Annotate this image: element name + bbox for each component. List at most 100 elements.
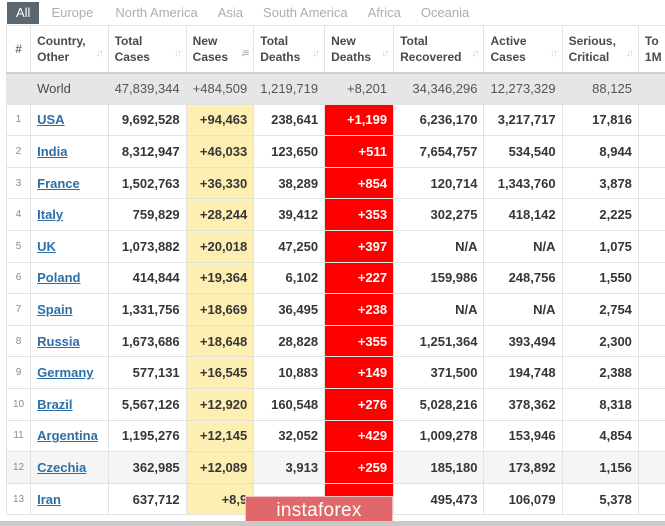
country-link[interactable]: Germany: [37, 365, 93, 380]
new-cases: +46,033: [185, 135, 255, 168]
serious-critical: 8,944: [561, 135, 639, 168]
serious-critical: 8,318: [561, 387, 639, 421]
tab-asia[interactable]: Asia: [208, 2, 253, 24]
horizontal-scrollbar[interactable]: [0, 521, 665, 526]
active-cases: 12,273,329: [483, 72, 563, 105]
country-link[interactable]: Brazil: [37, 397, 72, 412]
country-name: World: [30, 72, 109, 105]
row-index: 3: [5, 166, 32, 200]
sort-icon[interactable]: ↓↑: [381, 46, 389, 62]
header-index[interactable]: #: [5, 25, 32, 74]
row-index: 11: [5, 419, 32, 453]
row-index: 1: [5, 103, 32, 137]
tests-per-1m: [637, 229, 665, 263]
new-cases: +18,648: [185, 324, 255, 358]
total-recovered: N/A: [393, 293, 485, 326]
tab-oceania[interactable]: Oceania: [411, 2, 479, 24]
country-link[interactable]: UK: [37, 239, 56, 254]
table-row: 7 Spain 1,331,756 +18,669 36,495 +238 N/A N/A 2,…: [5, 293, 665, 326]
tab-europe[interactable]: Europe: [41, 2, 103, 24]
total-recovered: 302,275: [393, 198, 485, 231]
new-deaths: +8,201: [324, 72, 395, 105]
tests-per-1m: [637, 103, 665, 137]
row-index: 13: [5, 482, 32, 516]
country-link[interactable]: Italy: [37, 207, 63, 222]
total-deaths: 36,495: [253, 293, 326, 326]
sort-icon[interactable]: ↓↑: [96, 46, 104, 62]
country-link[interactable]: Russia: [37, 334, 80, 349]
country-link[interactable]: India: [37, 144, 67, 159]
sort-icon[interactable]: ↓↑: [626, 46, 634, 62]
serious-critical: 2,754: [561, 293, 639, 326]
row-index: [5, 72, 32, 105]
total-cases: 47,839,344: [107, 72, 187, 105]
header-total-cases[interactable]: Total Cases ↓↑: [107, 25, 187, 74]
total-deaths: 39,412: [253, 198, 326, 231]
country-link[interactable]: Argentina: [37, 428, 98, 443]
country-link[interactable]: Poland: [37, 270, 80, 285]
total-cases: 577,131: [107, 356, 187, 389]
header-new-cases[interactable]: New Cases ↓≡: [185, 25, 255, 74]
serious-critical: 17,816: [561, 103, 639, 137]
header-country[interactable]: Country, Other ↓↑: [30, 25, 109, 74]
total-deaths: 238,641: [253, 103, 326, 137]
header-row: # Country, Other ↓↑ Total Cases ↓↑ New Cases ↓…: [5, 25, 665, 74]
serious-critical: 1,156: [561, 451, 639, 484]
row-index: 8: [5, 324, 32, 358]
tab-africa[interactable]: Africa: [358, 2, 411, 24]
tests-per-1m: [637, 451, 665, 484]
tab-all[interactable]: All: [7, 2, 40, 24]
total-recovered: 159,986: [393, 261, 485, 295]
new-cases: +28,244: [185, 198, 255, 231]
header-new-deaths[interactable]: New Deaths ↓↑: [324, 25, 395, 74]
total-cases: 1,673,686: [107, 324, 187, 358]
new-deaths: +397: [324, 229, 395, 263]
table-row: 9 Germany 577,131 +16,545 10,883 +149 371,500 1…: [5, 356, 665, 389]
total-recovered: 1,009,278: [393, 419, 485, 453]
total-deaths: 28,828: [253, 324, 326, 358]
sort-icon[interactable]: ↓↑: [312, 46, 320, 62]
covid-stats-table: # Country, Other ↓↑ Total Cases ↓↑ New Cases ↓…: [5, 25, 665, 516]
new-cases: +18,669: [185, 293, 255, 326]
country-link[interactable]: France: [37, 176, 80, 191]
tab-north-america[interactable]: North America: [105, 2, 207, 24]
new-cases: +12,145: [185, 419, 255, 453]
country-link[interactable]: USA: [37, 112, 64, 127]
table-row: 8 Russia 1,673,686 +18,648 28,828 +355 1,251,3…: [5, 324, 665, 358]
header-active-cases[interactable]: Active Cases ↓↑: [483, 25, 563, 74]
serious-critical: 2,388: [561, 356, 639, 389]
row-index: 9: [5, 356, 32, 389]
active-cases: 153,946: [483, 419, 563, 453]
row-index: 12: [5, 451, 32, 484]
new-deaths: +355: [324, 324, 395, 358]
header-tests-per-1m[interactable]: To 1M: [637, 25, 665, 74]
sort-icon[interactable]: ↓↑: [174, 46, 182, 62]
sort-icon[interactable]: ↓↑: [550, 46, 558, 62]
tab-south-america[interactable]: South America: [253, 2, 358, 24]
header-serious-critical[interactable]: Serious, Critical ↓↑: [561, 25, 639, 74]
new-cases: +20,018: [185, 229, 255, 263]
serious-critical: 88,125: [561, 72, 639, 105]
table-row: 3 France 1,502,763 +36,330 38,289 +854 120,714…: [5, 166, 665, 200]
sort-icon[interactable]: ↓↑: [471, 46, 479, 62]
total-cases: 1,502,763: [107, 166, 187, 200]
header-total-recovered[interactable]: Total Recovered ↓↑: [393, 25, 485, 74]
total-recovered: 34,346,296: [393, 72, 485, 105]
header-total-deaths[interactable]: Total Deaths ↓↑: [253, 25, 326, 74]
serious-critical: 3,878: [561, 166, 639, 200]
country-link[interactable]: Spain: [37, 302, 72, 317]
serious-critical: 2,300: [561, 324, 639, 358]
total-deaths: 47,250: [253, 229, 326, 263]
total-cases: 1,331,756: [107, 293, 187, 326]
country-link[interactable]: Iran: [37, 492, 61, 507]
row-index: 5: [5, 229, 32, 263]
total-cases: 414,844: [107, 261, 187, 295]
new-cases: +19,364: [185, 261, 255, 295]
active-cases: 418,142: [483, 198, 563, 231]
total-deaths: 160,548: [253, 387, 326, 421]
new-cases: +12,089: [185, 451, 255, 484]
sort-desc-icon[interactable]: ↓≡: [240, 46, 249, 62]
new-deaths: +259: [324, 451, 395, 484]
row-index: 6: [5, 261, 32, 295]
country-link[interactable]: Czechia: [37, 460, 86, 475]
